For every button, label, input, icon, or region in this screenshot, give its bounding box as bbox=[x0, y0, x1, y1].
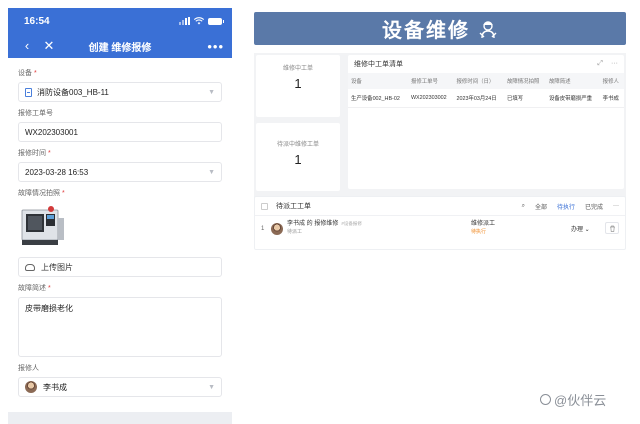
nav-bar: ‹ ✕ 创建 维修报修 ••• bbox=[8, 34, 232, 58]
orders-table: 设备 报修工单号 报修时间（日） 故障情况拍照 故障简述 报修人 生产设备002… bbox=[348, 73, 624, 108]
reporter-select[interactable]: 李书成 ▼ bbox=[18, 377, 222, 397]
repair-form: 设备 * 消防设备003_HB-11 ▼ 报修工单号 WX202303001 报修… bbox=[8, 58, 232, 412]
mechanic-icon bbox=[479, 20, 497, 38]
list-item[interactable]: 1 李书成 的 报修维修 #设备报修 待派工 维修派工 待执行 办理 ⌄ bbox=[255, 215, 625, 241]
stat-label: 待派中维修工单 bbox=[276, 142, 319, 148]
order-no-label: 报修工单号 bbox=[18, 110, 53, 117]
required-mark: * bbox=[62, 190, 65, 197]
upload-label: 上传图片 bbox=[41, 262, 73, 272]
machine-photo[interactable] bbox=[18, 204, 68, 248]
table-header: 维修中工单清单 ⤢ ··· bbox=[348, 55, 624, 73]
column-header[interactable]: 故障简述 bbox=[545, 73, 600, 89]
chevron-down-icon: ▼ bbox=[208, 88, 215, 96]
dashboard-banner: 设备维修 bbox=[254, 12, 626, 45]
filter-all[interactable]: 全部 bbox=[535, 202, 547, 211]
column-header[interactable]: 故障情况拍照 bbox=[504, 73, 546, 89]
required-mark: * bbox=[48, 285, 51, 292]
dashboard-title: 设备维修 bbox=[382, 20, 470, 42]
chevron-down-icon: ▼ bbox=[208, 383, 215, 391]
list-header: 待派工工单 ⌕ 全部 待执行 已完成 ··· bbox=[255, 197, 625, 215]
orders-table-card: 维修中工单清单 ⤢ ··· 设备 报修工单号 报修时间（日） 故障情况拍照 故障… bbox=[348, 55, 624, 189]
battery-icon bbox=[208, 17, 224, 25]
item-index: 1 bbox=[261, 225, 265, 232]
column-header[interactable]: 报修人 bbox=[599, 73, 624, 89]
column-header[interactable]: 设备 bbox=[348, 73, 408, 89]
delete-button[interactable] bbox=[605, 222, 619, 234]
upload-image-button[interactable]: 上传图片 bbox=[18, 257, 222, 277]
status-time: 16:54 bbox=[24, 15, 50, 27]
device-value: 消防设备003_HB-11 bbox=[37, 87, 109, 97]
table-row[interactable]: 生产设备002_HB-02 WX202303002 2023年03月24日 已填… bbox=[348, 89, 624, 108]
filter-done[interactable]: 已完成 bbox=[585, 202, 603, 211]
time-label: 报修时间 * bbox=[18, 150, 51, 157]
reporter-value: 李书成 bbox=[43, 382, 67, 392]
desc-value: 皮带磨损老化 bbox=[25, 304, 73, 313]
photo-label: 故障情况拍照 * bbox=[18, 190, 65, 197]
watermark: @伙伴云 bbox=[540, 390, 606, 409]
stat-card-pending[interactable]: 待派中维修工单 1 bbox=[256, 123, 340, 191]
time-value: 2023-03-28 16:53 bbox=[25, 167, 89, 177]
stat-card-in-progress[interactable]: 维修中工单 1 bbox=[256, 55, 340, 117]
more-icon[interactable]: ··· bbox=[613, 203, 619, 209]
order-no-field[interactable]: WX202303001 bbox=[18, 122, 222, 142]
required-mark: * bbox=[48, 150, 51, 157]
column-header[interactable]: 报修时间（日） bbox=[453, 73, 504, 89]
upload-icon bbox=[25, 263, 35, 271]
list-title: 待派工工单 bbox=[276, 203, 311, 210]
more-icon[interactable]: ··· bbox=[611, 60, 618, 68]
handle-dropdown[interactable]: 办理 ⌄ bbox=[571, 224, 590, 233]
order-no-value: WX202303001 bbox=[25, 127, 78, 137]
desc-textarea[interactable]: 皮带磨损老化 bbox=[18, 297, 222, 357]
required-mark: * bbox=[34, 70, 37, 77]
chevron-down-icon: ▼ bbox=[208, 168, 215, 176]
select-all-checkbox[interactable] bbox=[261, 202, 268, 210]
filter-pending[interactable]: 待执行 bbox=[557, 202, 575, 211]
item-sub: 待派工 bbox=[287, 228, 303, 235]
stats-area: 维修中工单 1 待派中维修工单 1 维修中工单清单 ⤢ ··· 设备 报修工单号 bbox=[254, 53, 626, 201]
item-node: 维修派工 待执行 bbox=[471, 221, 496, 235]
item-tag: #设备报修 bbox=[341, 220, 362, 226]
table-cell: 李书成 bbox=[599, 89, 624, 108]
table-cell: 生产设备002_HB-02 bbox=[348, 89, 408, 108]
bottom-strip bbox=[8, 412, 232, 424]
item-state: 待执行 bbox=[471, 228, 487, 235]
more-icon[interactable]: ••• bbox=[207, 39, 224, 54]
table-cell: 设备皮带磨损严重 bbox=[545, 89, 600, 108]
desc-label: 故障简述 * bbox=[18, 285, 51, 292]
avatar bbox=[25, 381, 37, 393]
device-label: 设备 * bbox=[18, 70, 37, 77]
stat-value: 1 bbox=[294, 76, 302, 91]
table-tools: ⤢ ··· bbox=[597, 60, 618, 68]
stat-value: 1 bbox=[294, 152, 302, 167]
table-header-row: 设备 报修工单号 报修时间（日） 故障情况拍照 故障简述 报修人 bbox=[348, 73, 624, 89]
table-cell: 2023年03月24日 bbox=[453, 89, 504, 108]
signal-icon bbox=[179, 17, 190, 25]
search-icon[interactable]: ⌕ bbox=[522, 203, 525, 210]
list-filters: ⌕ 全部 待执行 已完成 ··· bbox=[522, 202, 619, 211]
avatar bbox=[271, 222, 283, 235]
dashboard: 设备维修 维修中工单 1 待派中维修工单 1 维修中工单清单 ⤢ ··· 设备 … bbox=[254, 12, 626, 412]
table-title: 维修中工单清单 bbox=[354, 61, 403, 68]
column-header[interactable]: 报修工单号 bbox=[407, 73, 454, 89]
table-cell: 已填写 bbox=[504, 89, 546, 108]
status-icons bbox=[179, 17, 224, 25]
trash-icon bbox=[609, 225, 615, 232]
document-icon bbox=[25, 87, 32, 97]
time-picker[interactable]: 2023-03-28 16:53 ▼ bbox=[18, 162, 222, 182]
paw-logo-icon bbox=[540, 394, 551, 405]
item-title: 李书成 的 报修维修 #设备报修 待派工 bbox=[287, 220, 362, 235]
reporter-label: 报修人 bbox=[18, 365, 39, 372]
pending-list-card: 待派工工单 ⌕ 全部 待执行 已完成 ··· 1 李书成 的 报修维修 #设备报修… bbox=[254, 196, 626, 250]
device-select[interactable]: 消防设备003_HB-11 ▼ bbox=[18, 82, 222, 102]
wifi-icon bbox=[194, 17, 204, 25]
close-icon[interactable]: ✕ bbox=[38, 34, 60, 58]
table-cell: WX202303002 bbox=[407, 89, 454, 108]
expand-icon[interactable]: ⤢ bbox=[597, 60, 603, 68]
status-bar: 16:54 bbox=[8, 8, 232, 34]
stat-label: 维修中工单 bbox=[282, 66, 313, 72]
chevron-left-icon[interactable]: ‹ bbox=[16, 34, 38, 58]
mobile-screen: 16:54 ‹ ✕ 创建 维修报修 ••• 设备 * 消防设备003_HB-11 … bbox=[8, 8, 232, 424]
